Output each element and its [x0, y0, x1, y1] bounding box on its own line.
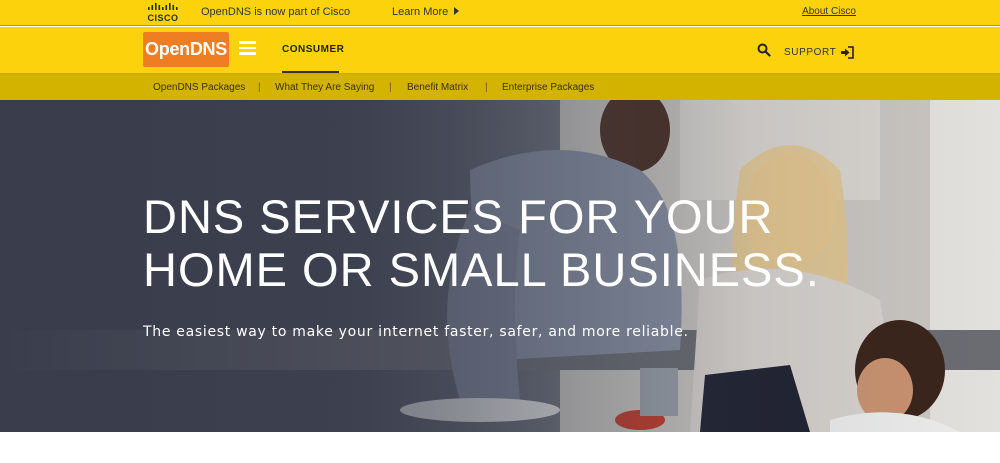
- subnav-item-benefit-matrix[interactable]: Benefit Matrix: [407, 82, 468, 93]
- hero-subtitle: The easiest way to make your internet fa…: [143, 324, 689, 340]
- hero-headline: DNS SERVICES FOR YOUR HOME OR SMALL BUSI…: [143, 190, 843, 296]
- cisco-top-bar: CISCO OpenDNS is now part of Cisco Learn…: [0, 0, 1000, 26]
- learn-more-link[interactable]: Learn More: [392, 6, 448, 18]
- main-navbar: OpenDNS CONSUMER SUPPORT: [0, 27, 1000, 73]
- subnav-separator: |: [258, 82, 261, 93]
- sign-in-icon[interactable]: [840, 46, 854, 59]
- subnav-item-what-they-are-saying[interactable]: What They Are Saying: [275, 82, 374, 93]
- hero-headline-line-1: DNS SERVICES FOR YOUR: [143, 190, 774, 243]
- cisco-logo[interactable]: CISCO: [144, 3, 182, 23]
- about-cisco-link[interactable]: About Cisco: [802, 6, 856, 17]
- subnav-separator: |: [485, 82, 488, 93]
- cisco-bars-icon: [148, 3, 178, 10]
- hamburger-menu-icon[interactable]: [239, 41, 256, 55]
- hero-banner: DNS SERVICES FOR YOUR HOME OR SMALL BUSI…: [0, 100, 1000, 432]
- cisco-wordmark: CISCO: [147, 13, 179, 23]
- sub-navigation: OpenDNS Packages | What They Are Saying …: [0, 73, 1000, 100]
- subnav-item-enterprise-packages[interactable]: Enterprise Packages: [502, 82, 594, 93]
- cisco-notice: OpenDNS is now part of Cisco: [201, 6, 351, 18]
- hero-headline-line-2: HOME OR SMALL BUSINESS.: [143, 243, 820, 296]
- opendns-logo[interactable]: OpenDNS: [143, 32, 229, 67]
- subnav-item-opendns-packages[interactable]: OpenDNS Packages: [153, 82, 245, 93]
- subnav-separator: |: [389, 82, 392, 93]
- nav-consumer-link[interactable]: CONSUMER: [282, 44, 344, 55]
- arrow-right-icon: [454, 7, 459, 15]
- support-link[interactable]: SUPPORT: [784, 47, 836, 58]
- search-icon[interactable]: [757, 43, 771, 57]
